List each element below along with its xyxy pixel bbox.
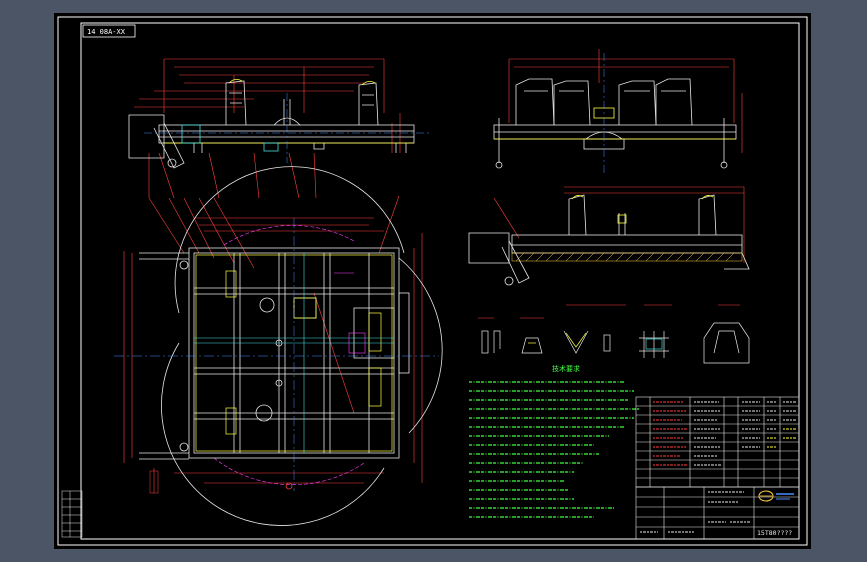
outer-border [57,16,808,546]
drawing-sheet: 14 08A-XX 技术要求 15T80???? [54,13,811,549]
revision-table [61,490,83,538]
section-view [468,186,750,286]
title-block-text [640,491,750,533]
company-logo [758,490,794,502]
detail-sections [478,304,750,364]
parts-list-text [653,401,796,466]
drawing-number-label: 14 08A-XX [87,28,126,36]
part-number: 15T80???? [757,529,792,537]
cad-drawing: 14 08A-XX 技术要求 15T80???? [57,16,808,546]
plan-view [114,166,443,526]
side-elevation-view [128,58,429,199]
technical-requirements: 技术要求 [469,364,639,518]
front-elevation-view [493,49,743,173]
tech-req-title: 技术要求 [552,364,580,373]
